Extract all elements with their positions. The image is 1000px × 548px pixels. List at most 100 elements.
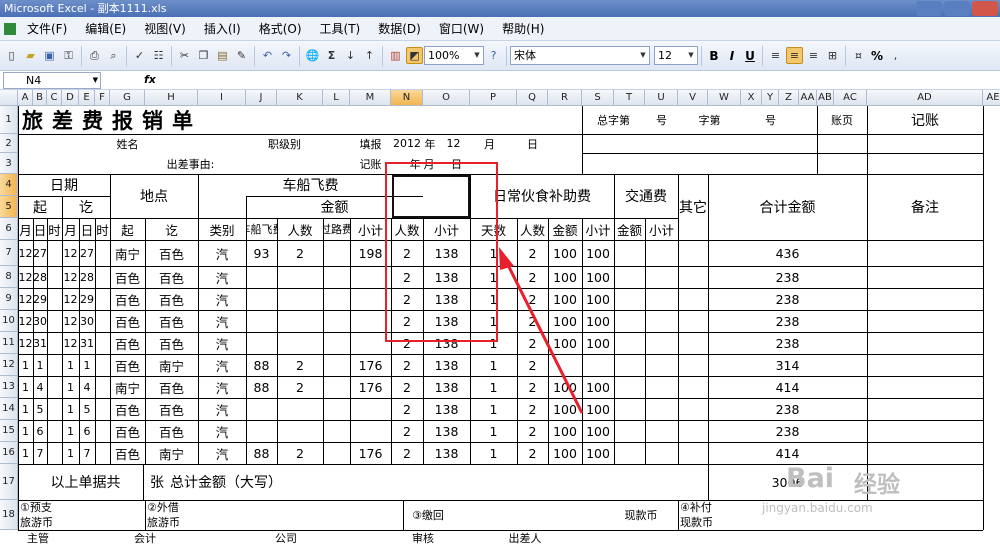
cell-h11[interactable]: 百色: [145, 332, 198, 354]
zhang-label[interactable]: 张: [145, 464, 169, 500]
cell-total8[interactable]: 238: [708, 266, 867, 288]
cell-r9[interactable]: 100: [548, 288, 582, 310]
column-header-q[interactable]: Q: [517, 90, 548, 106]
cell-r8[interactable]: 100: [548, 266, 582, 288]
align-right-icon[interactable]: ≡: [805, 47, 822, 64]
cell-p16[interactable]: 1: [470, 442, 517, 464]
percent-button[interactable]: %: [868, 49, 886, 63]
cell-b8[interactable]: 28: [33, 266, 47, 288]
row-header-13[interactable]: 13: [0, 376, 18, 398]
header-date[interactable]: 日期: [18, 174, 110, 196]
cell-j12[interactable]: 88: [246, 354, 277, 376]
column-header-a[interactable]: A: [18, 90, 33, 106]
cell-r7[interactable]: 100: [548, 240, 582, 266]
column-header-i[interactable]: I: [198, 90, 246, 106]
documents-count-label[interactable]: 以上单据共: [18, 464, 153, 500]
column-header-z[interactable]: Z: [779, 90, 799, 106]
cell-k15[interactable]: [277, 420, 323, 442]
cell-h15[interactable]: 百色: [145, 420, 198, 442]
merge-center-icon[interactable]: ⊞: [824, 47, 841, 64]
cell-r10[interactable]: 100: [548, 310, 582, 332]
cell-total14[interactable]: 238: [708, 398, 867, 420]
sheet-title[interactable]: 旅差费报销单: [18, 106, 548, 134]
save-icon[interactable]: ▣: [41, 47, 58, 64]
copy-icon[interactable]: ❐: [195, 47, 212, 64]
cell-j16[interactable]: 88: [246, 442, 277, 464]
cell-j10[interactable]: [246, 310, 277, 332]
cell-h10[interactable]: 百色: [145, 310, 198, 332]
print-icon[interactable]: ⎙: [86, 47, 103, 64]
maximize-window-button[interactable]: [944, 1, 970, 16]
header-note[interactable]: 备注: [867, 174, 983, 240]
cell-total9[interactable]: 238: [708, 288, 867, 310]
row-header-4[interactable]: 4: [0, 174, 18, 196]
subheader-a[interactable]: 月: [18, 218, 33, 240]
cell-p14[interactable]: 1: [470, 398, 517, 420]
subheader-s[interactable]: 小计: [582, 218, 614, 240]
row-header-17[interactable]: 17: [0, 464, 18, 500]
cell-e12[interactable]: 1: [79, 354, 95, 376]
cell-total10[interactable]: 238: [708, 310, 867, 332]
cell-i13[interactable]: 汽: [198, 376, 246, 398]
cell-o14[interactable]: 138: [423, 398, 470, 420]
menu-format[interactable]: 格式(O): [250, 17, 311, 41]
cell-g12[interactable]: 百色: [110, 354, 145, 376]
cell-s8[interactable]: 100: [582, 266, 614, 288]
subheader-l[interactable]: 过路费: [323, 218, 350, 240]
menu-view[interactable]: 视图(V): [135, 17, 195, 41]
cell-total16[interactable]: 414: [708, 442, 867, 464]
cell-b10[interactable]: 30: [33, 310, 47, 332]
cell-n14[interactable]: 2: [391, 398, 423, 420]
cell-i15[interactable]: 汽: [198, 420, 246, 442]
cell-g7[interactable]: 南宁: [110, 240, 145, 266]
cell-o12[interactable]: 138: [423, 354, 470, 376]
font-name-select[interactable]: 宋体 ▼: [510, 46, 650, 65]
cell-e10[interactable]: 30: [79, 310, 95, 332]
cell-h8[interactable]: 百色: [145, 266, 198, 288]
column-header-n[interactable]: N: [391, 90, 423, 106]
row-header-15[interactable]: 15: [0, 420, 18, 442]
name-box[interactable]: N4 ▼: [3, 72, 101, 89]
permission-icon[interactable]: ⚿: [60, 47, 77, 64]
research-icon[interactable]: ☷: [150, 47, 167, 64]
cell-q15[interactable]: 2: [517, 420, 548, 442]
cell-r13[interactable]: 100: [548, 376, 582, 398]
name-label[interactable]: 姓名: [110, 134, 145, 153]
cell-n15[interactable]: 2: [391, 420, 423, 442]
cell-k9[interactable]: [277, 288, 323, 310]
cell-j13[interactable]: 88: [246, 376, 277, 398]
account-page-label[interactable]: 账页: [817, 106, 867, 134]
cell-e14[interactable]: 5: [79, 398, 95, 420]
cell-g16[interactable]: 百色: [110, 442, 145, 464]
cell-s13[interactable]: 100: [582, 376, 614, 398]
menu-window[interactable]: 窗口(W): [430, 17, 493, 41]
cell-k12[interactable]: 2: [277, 354, 323, 376]
row-header-3[interactable]: 3: [0, 153, 18, 174]
cell-h16[interactable]: 南宁: [145, 442, 198, 464]
cell-g8[interactable]: 百色: [110, 266, 145, 288]
cell-p12[interactable]: 1: [470, 354, 517, 376]
supervisor-label[interactable]: 主管: [18, 530, 58, 546]
cell-e8[interactable]: 28: [79, 266, 95, 288]
cell-q7[interactable]: 2: [517, 240, 548, 266]
column-header-r[interactable]: R: [548, 90, 582, 106]
cell-s10[interactable]: 100: [582, 310, 614, 332]
cell-e13[interactable]: 4: [79, 376, 95, 398]
cell-i11[interactable]: 汽: [198, 332, 246, 354]
cell-a11[interactable]: 12: [18, 332, 33, 354]
day-label[interactable]: 日: [517, 134, 548, 153]
cell-i7[interactable]: 汽: [198, 240, 246, 266]
insert-function-icon[interactable]: fx: [144, 73, 156, 86]
cell-d12[interactable]: 1: [62, 354, 79, 376]
column-header-o[interactable]: O: [423, 90, 470, 106]
menu-tools[interactable]: 工具(T): [311, 17, 370, 41]
cell-a13[interactable]: 1: [18, 376, 33, 398]
zoom-select[interactable]: 100% ▼: [424, 46, 484, 65]
header-place[interactable]: 地点: [110, 174, 198, 218]
cell-j15[interactable]: [246, 420, 277, 442]
cell-s12[interactable]: [582, 354, 614, 376]
cell-k10[interactable]: [277, 310, 323, 332]
column-header-u[interactable]: U: [645, 90, 678, 106]
total-number-label[interactable]: 总字第: [582, 106, 645, 134]
column-header-c[interactable]: C: [47, 90, 62, 106]
